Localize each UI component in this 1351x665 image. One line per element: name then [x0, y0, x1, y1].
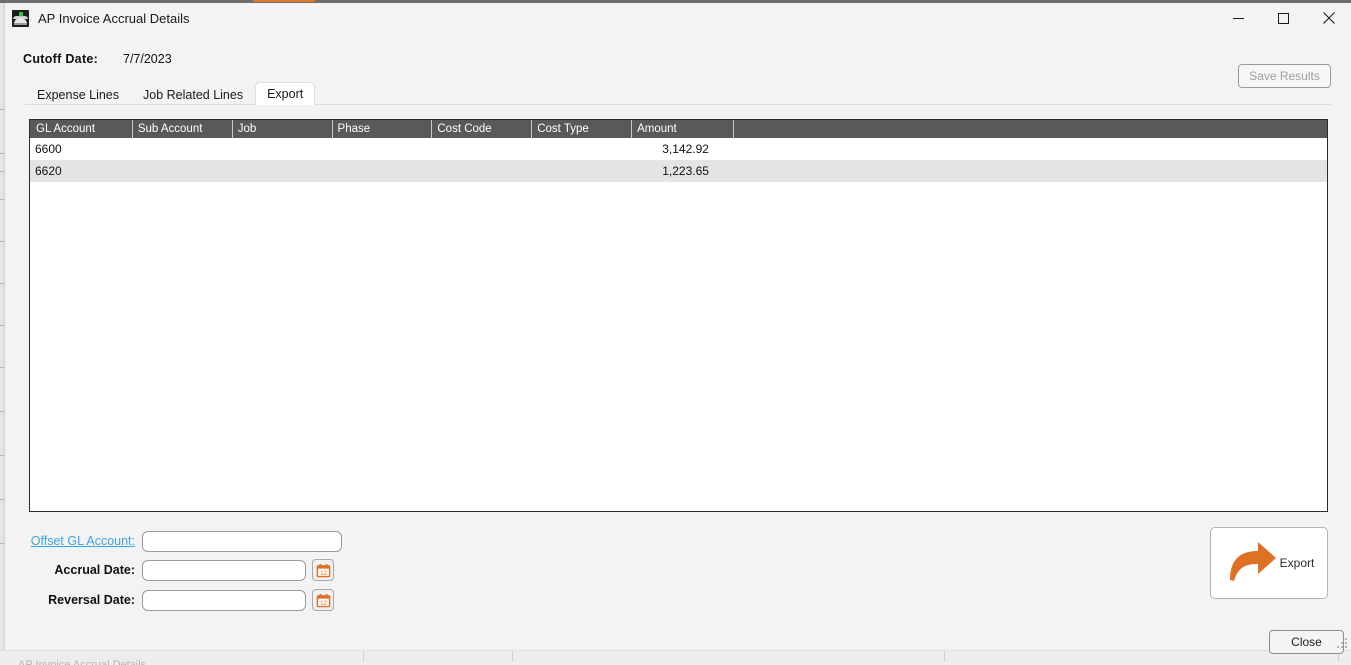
cell-job — [232, 138, 332, 160]
background-accent-strip — [253, 0, 315, 2]
grid-column-header-cost-type[interactable]: Cost Type — [531, 120, 631, 138]
cell-filler — [733, 138, 1327, 160]
accrual-details-grid[interactable]: GL Account Sub Account Job Phase Cost Co… — [29, 119, 1328, 512]
cutoff-date-value: 7/7/2023 — [123, 52, 172, 66]
app-dome-icon — [12, 10, 29, 27]
accrual-date-calendar-icon[interactable]: 12 — [312, 559, 334, 581]
tab-job-related-lines[interactable]: Job Related Lines — [131, 83, 255, 105]
background-status-bar: AP Invoice Accrual Details — [0, 650, 1351, 662]
accrual-date-label: Accrual Date: — [23, 563, 135, 577]
cutoff-date-row: Cutoff Date: 7/7/2023 — [5, 33, 1351, 81]
cell-phase — [332, 160, 432, 182]
background-status-text: AP Invoice Accrual Details — [18, 659, 146, 665]
export-button[interactable]: Export — [1210, 527, 1328, 599]
close-button[interactable]: Close — [1269, 630, 1344, 654]
accrual-form: Offset GL Account: Accrual Date: 12 Reve… — [5, 518, 1351, 614]
svg-text:12: 12 — [320, 600, 327, 607]
svg-text:12: 12 — [320, 570, 327, 577]
cell-amount: 1,223.65 — [631, 160, 733, 182]
cutoff-date-label: Cutoff Date: — [23, 52, 98, 66]
cell-filler — [733, 160, 1327, 182]
reversal-date-row: Reversal Date: 12 — [23, 589, 334, 611]
tab-strip: Expense Lines Job Related Lines Export S… — [25, 81, 1331, 105]
save-results-button[interactable]: Save Results — [1238, 64, 1331, 88]
minimize-icon[interactable] — [1216, 3, 1261, 33]
tab-list: Expense Lines Job Related Lines Export — [25, 82, 315, 105]
maximize-icon[interactable] — [1261, 3, 1306, 33]
grid-header-row: GL Account Sub Account Job Phase Cost Co… — [30, 120, 1327, 138]
resize-grip[interactable] — [1337, 638, 1348, 649]
cell-sub-account — [132, 138, 232, 160]
cell-cost-code — [431, 160, 531, 182]
cell-sub-account — [132, 160, 232, 182]
curved-arrow-right-icon — [1224, 538, 1278, 589]
title-bar[interactable]: AP Invoice Accrual Details — [5, 3, 1351, 33]
cell-cost-code — [431, 138, 531, 160]
tab-export[interactable]: Export — [255, 82, 315, 105]
table-row[interactable]: 6600 3,142.92 — [30, 138, 1327, 160]
cell-gl-account: 6620 — [30, 160, 132, 182]
cell-amount: 3,142.92 — [631, 138, 733, 160]
table-row[interactable]: 6620 1,223.65 — [30, 160, 1327, 182]
accrual-date-input[interactable] — [142, 560, 306, 581]
accrual-date-row: Accrual Date: 12 — [23, 559, 334, 581]
offset-gl-account-row: Offset GL Account: — [23, 530, 342, 552]
window-controls — [1216, 3, 1351, 33]
grid-column-header-gl-account[interactable]: GL Account — [30, 120, 132, 138]
grid-column-header-cost-code[interactable]: Cost Code — [431, 120, 531, 138]
cell-job — [232, 160, 332, 182]
cell-phase — [332, 138, 432, 160]
window-title: AP Invoice Accrual Details — [38, 11, 190, 26]
grid-column-header-job[interactable]: Job — [232, 120, 332, 138]
reversal-date-calendar-icon[interactable]: 12 — [312, 589, 334, 611]
ap-invoice-accrual-details-window: AP Invoice Accrual Details Cutoff Date: … — [4, 3, 1351, 650]
offset-gl-account-input[interactable] — [142, 531, 342, 552]
cell-gl-account: 6600 — [30, 138, 132, 160]
grid-column-header-amount[interactable]: Amount — [631, 120, 733, 138]
grid-column-header-filler[interactable] — [733, 120, 1327, 138]
close-icon[interactable] — [1306, 3, 1351, 33]
grid-column-header-phase[interactable]: Phase — [332, 120, 432, 138]
tab-expense-lines[interactable]: Expense Lines — [25, 83, 131, 105]
cell-cost-type — [531, 138, 631, 160]
grid-column-header-sub-account[interactable]: Sub Account — [132, 120, 232, 138]
cell-cost-type — [531, 160, 631, 182]
offset-gl-account-link-label[interactable]: Offset GL Account: — [23, 534, 135, 548]
reversal-date-input[interactable] — [142, 590, 306, 611]
export-button-label: Export — [1280, 556, 1315, 570]
reversal-date-label: Reversal Date: — [23, 593, 135, 607]
